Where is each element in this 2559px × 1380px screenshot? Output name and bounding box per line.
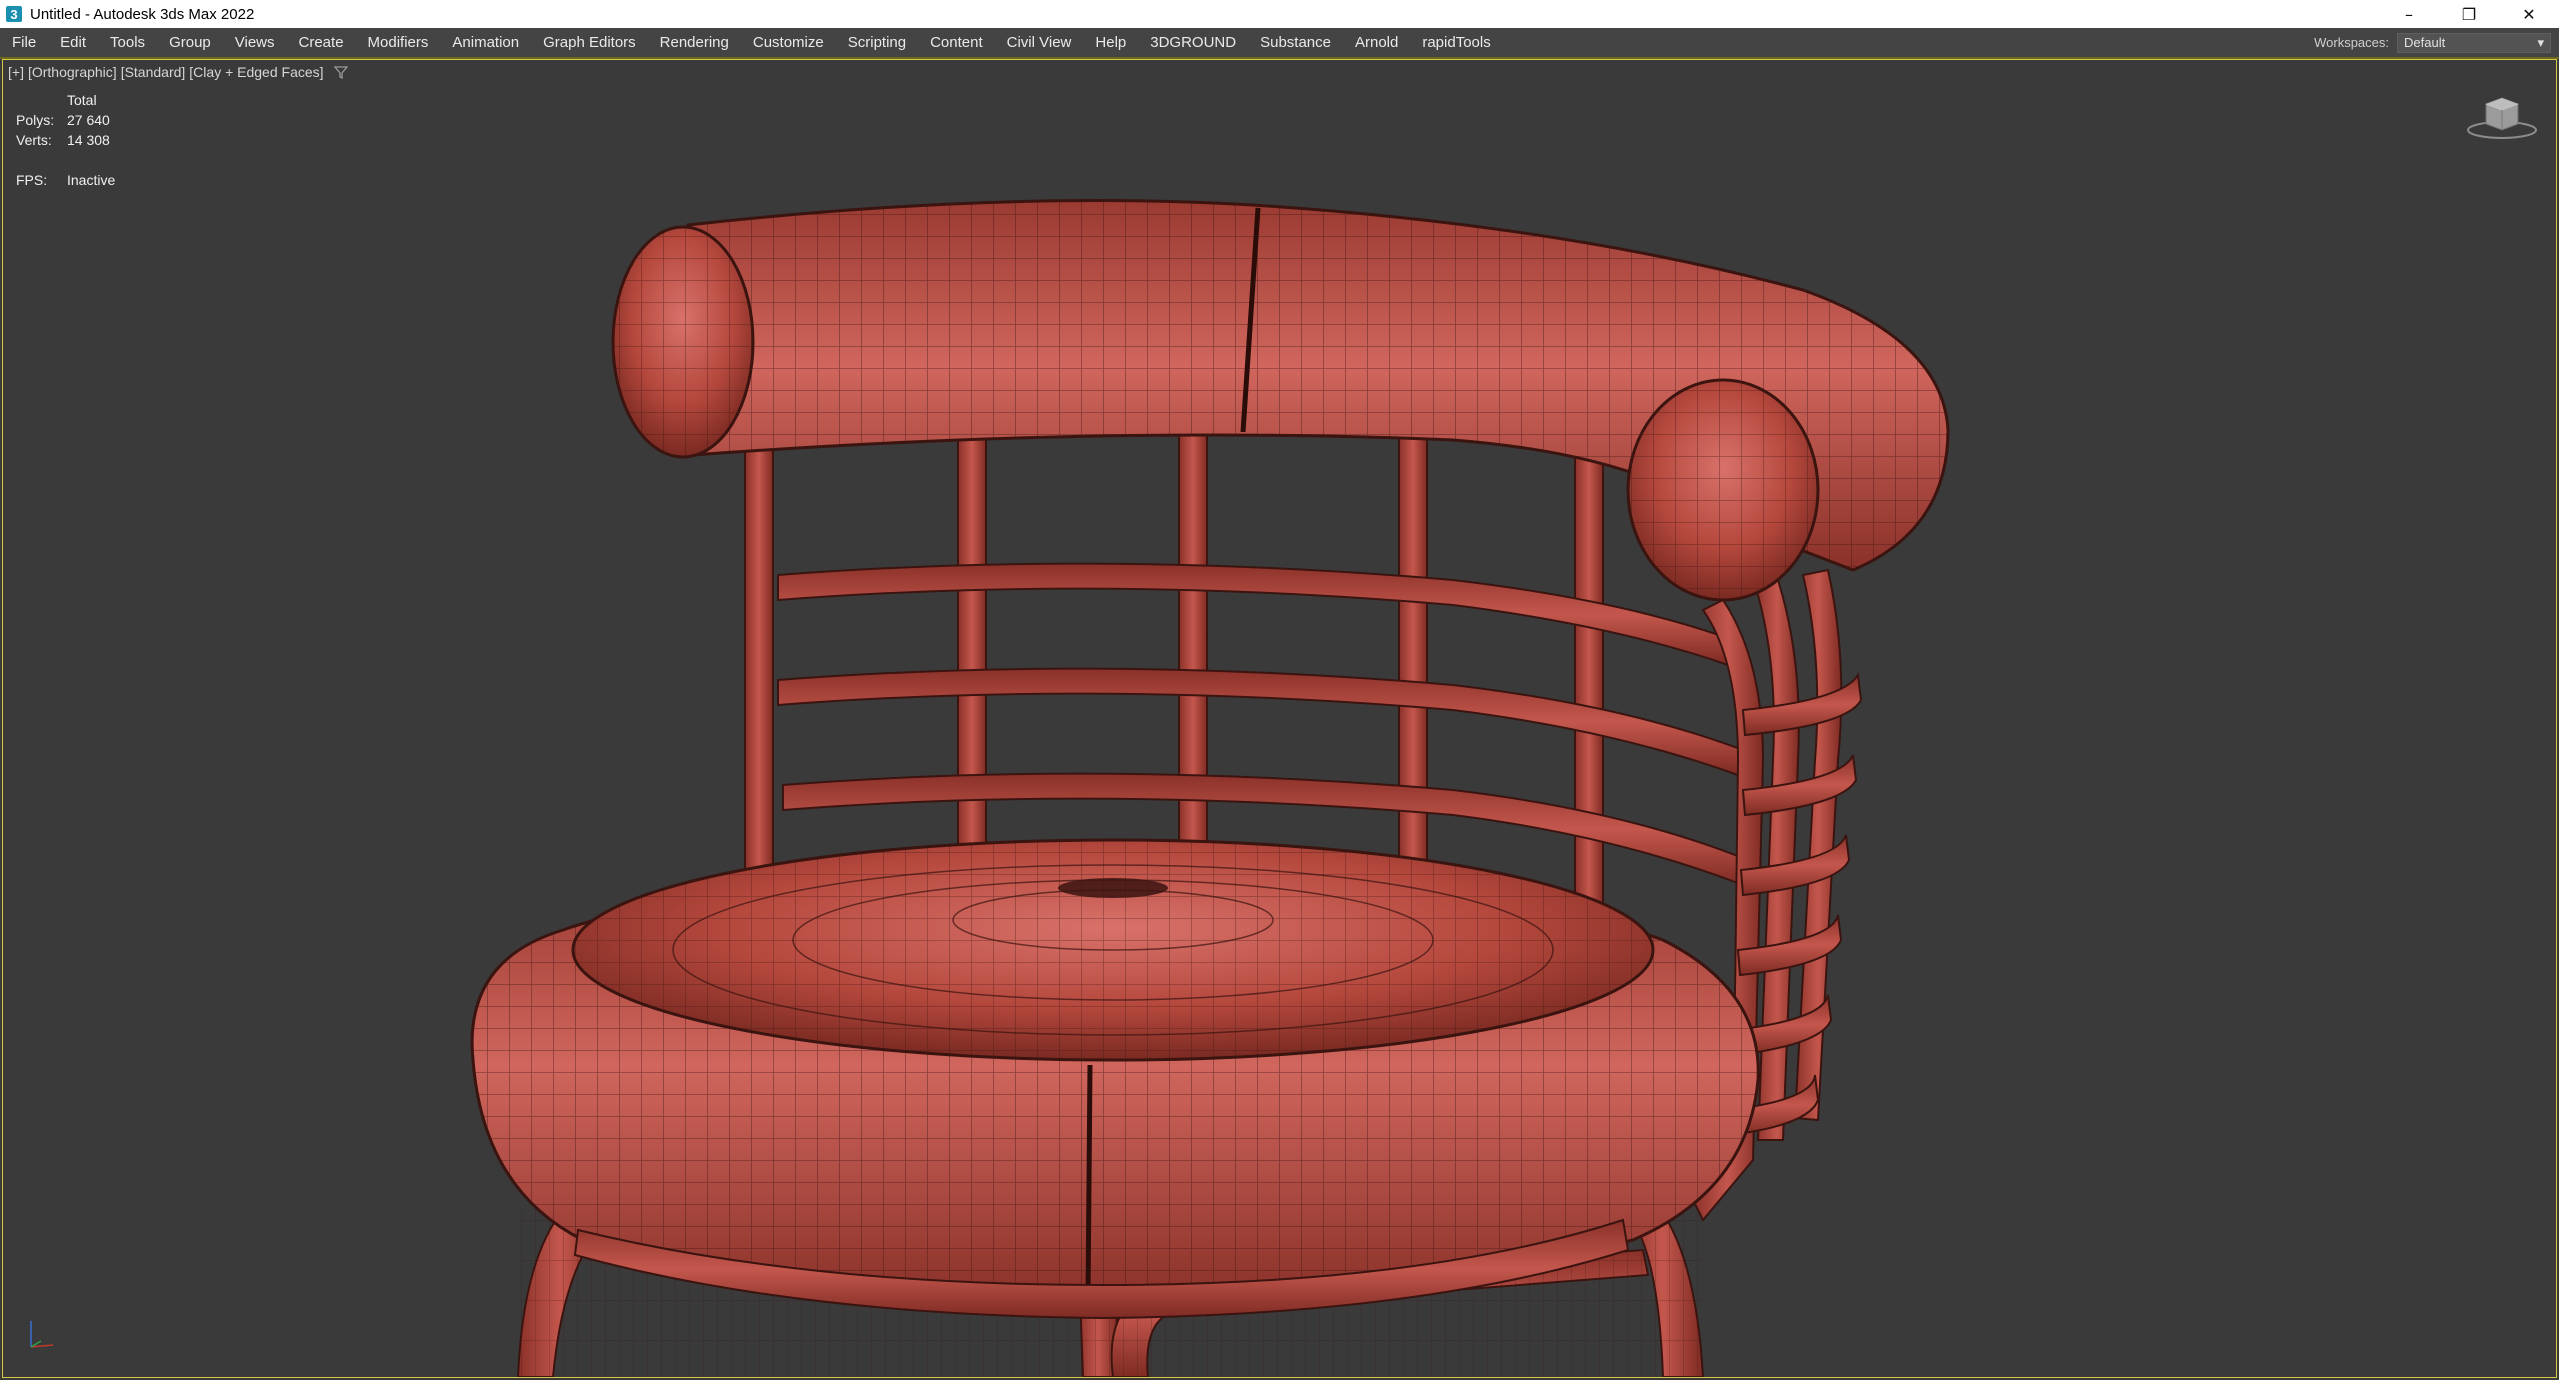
minimize-button[interactable]: – [2379, 0, 2439, 28]
verts-label: Verts: [16, 132, 52, 148]
workspaces-selector: Workspaces: Default ▾ [2314, 28, 2551, 57]
close-button[interactable]: ✕ [2499, 0, 2559, 28]
title-bar: 3 Untitled - Autodesk 3ds Max 2022 – ❐ ✕ [0, 0, 2559, 28]
menu-content[interactable]: Content [918, 28, 995, 57]
viewport-standard-menu[interactable]: [Standard] [121, 64, 186, 80]
back-bolster [611, 199, 1950, 602]
menu-tools[interactable]: Tools [98, 28, 157, 57]
viewcube-icon[interactable] [2464, 90, 2540, 142]
menu-modifiers[interactable]: Modifiers [356, 28, 441, 57]
menu-views[interactable]: Views [223, 28, 287, 57]
workspaces-value: Default [2404, 35, 2446, 50]
menu-file[interactable]: File [0, 28, 48, 57]
menu-rapidtools[interactable]: rapidTools [1410, 28, 1502, 57]
menu-group[interactable]: Group [157, 28, 223, 57]
menu-graph-editors[interactable]: Graph Editors [531, 28, 648, 57]
app-logo-icon: 3 [6, 6, 22, 22]
verts-value: 14 308 [67, 132, 110, 148]
window-title: Untitled - Autodesk 3ds Max 2022 [30, 5, 255, 23]
fps-label: FPS: [16, 172, 48, 188]
filter-icon[interactable] [333, 65, 348, 79]
menu-civil-view[interactable]: Civil View [995, 28, 1084, 57]
menu-bar: File Edit Tools Group Views Create Modif… [0, 28, 2559, 59]
viewport-shading-menu[interactable]: [Clay + Edged Faces] [189, 64, 323, 80]
stats-header: Total [67, 92, 97, 108]
menu-help[interactable]: Help [1083, 28, 1138, 57]
axis-tripod-icon [30, 1321, 54, 1348]
seat-cushion [470, 838, 1760, 1320]
menu-customize[interactable]: Customize [741, 28, 836, 57]
restore-button[interactable]: ❐ [2439, 0, 2499, 28]
viewport-point-of-view-menu[interactable]: [Orthographic] [28, 64, 117, 80]
menu-rendering[interactable]: Rendering [648, 28, 741, 57]
back-vertical-rods [744, 379, 1604, 921]
viewport-label-menu[interactable]: [+] [Orthographic] [Standard] [Clay + Ed… [8, 64, 348, 80]
fps-value: Inactive [67, 172, 116, 188]
viewport-general-menu[interactable]: [+] [8, 64, 24, 80]
menu-arnold[interactable]: Arnold [1343, 28, 1410, 57]
workspaces-label: Workspaces: [2314, 35, 2389, 50]
back-horizontal-rails [777, 562, 1750, 887]
menu-scripting[interactable]: Scripting [836, 28, 918, 57]
menu-animation[interactable]: Animation [440, 28, 531, 57]
menu-substance[interactable]: Substance [1248, 28, 1343, 57]
statistics-overlay: Total Polys: 27 640 Verts: 14 308 FPS: I… [16, 90, 115, 190]
perspective-viewport[interactable]: [+] [Orthographic] [Standard] [Clay + Ed… [2, 59, 2557, 1378]
chair-model-render [470, 199, 1950, 1377]
polys-value: 27 640 [67, 112, 110, 128]
chevron-down-icon: ▾ [2537, 34, 2544, 50]
menu-create[interactable]: Create [287, 28, 356, 57]
menu-edit[interactable]: Edit [48, 28, 98, 57]
menu-3dground[interactable]: 3DGROUND [1138, 28, 1248, 57]
workspaces-dropdown[interactable]: Default ▾ [2397, 32, 2551, 53]
polys-label: Polys: [16, 112, 55, 128]
window-controls: – ❐ ✕ [2379, 0, 2559, 28]
